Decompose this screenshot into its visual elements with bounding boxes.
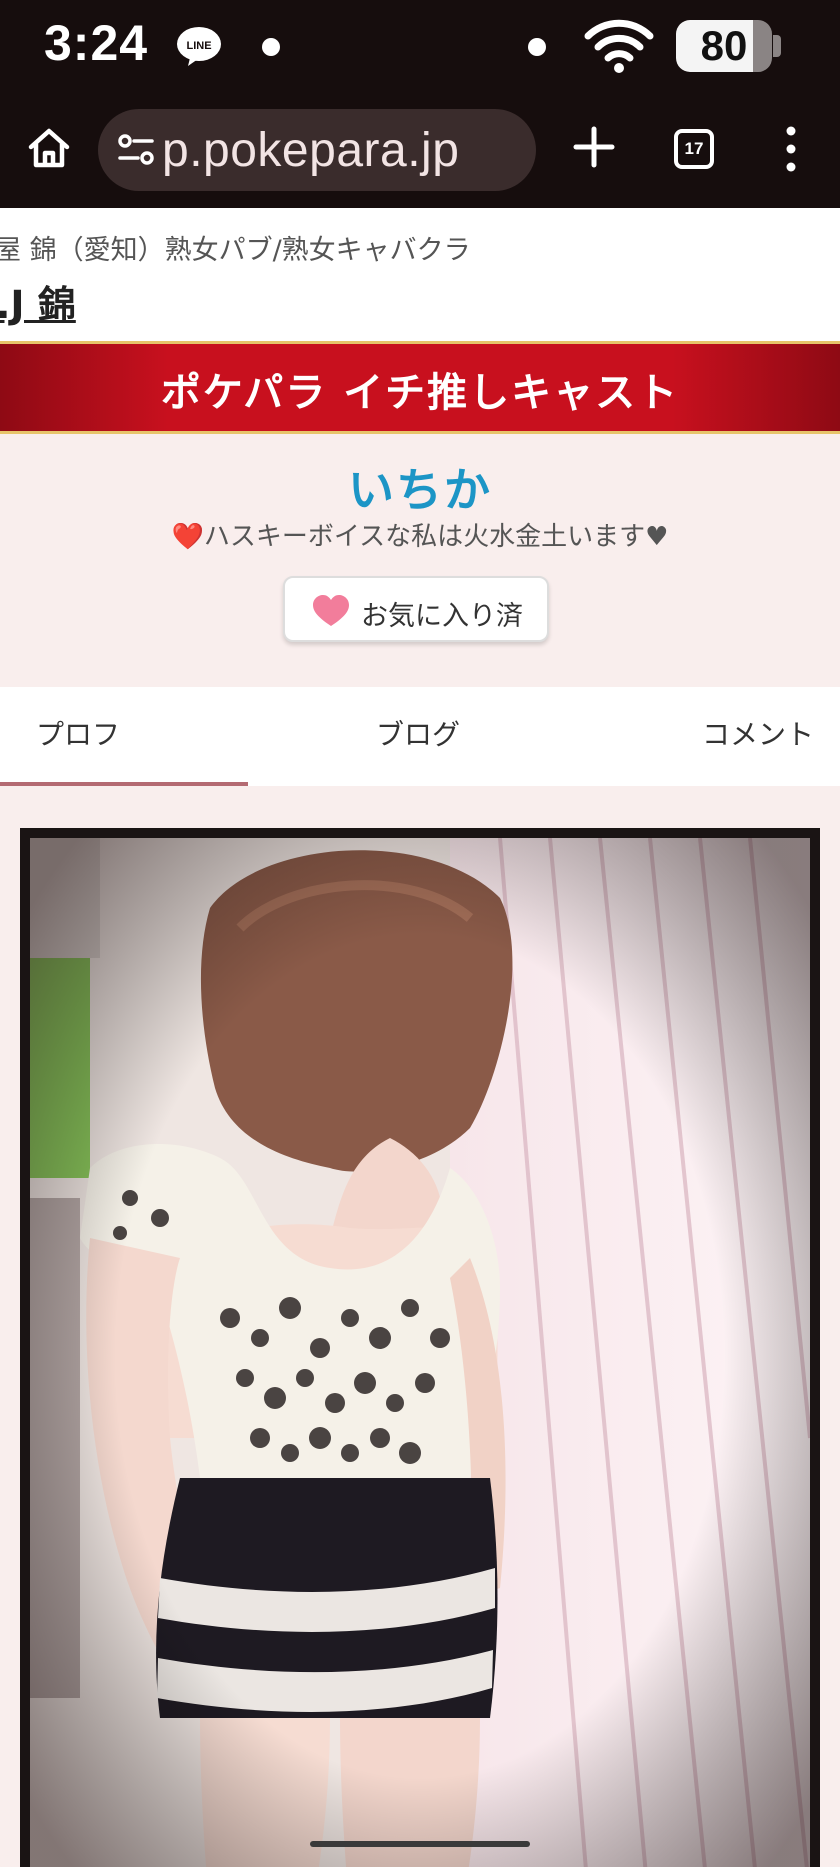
address-bar[interactable]: p.pokepara.jp: [98, 109, 536, 191]
favorite-button-label: お気に入り済: [361, 601, 523, 632]
tab-blog[interactable]: ブログ: [376, 713, 460, 753]
battery-level-text: 80: [700, 22, 748, 69]
wifi-icon: [584, 19, 654, 73]
tab-comment[interactable]: コメント: [702, 713, 814, 753]
battery-nub: [773, 35, 781, 57]
heart-icon: [313, 595, 349, 626]
cast-catchphrase: ❤️ハスキーボイスな私は火水金土います♥: [171, 522, 669, 552]
shop-name-link[interactable]: .J 錦: [0, 274, 76, 329]
cast-info: いちか ❤️ハスキーボイスな私は火水金土います♥ お気に入り済: [0, 434, 840, 687]
profile-tab-bar: プロフ ブログ コメント: [0, 687, 840, 787]
url-text[interactable]: p.pokepara.jp: [162, 123, 459, 178]
notification-dot: [262, 38, 280, 56]
line-app-icon: LINE: [177, 27, 221, 66]
plus-icon[interactable]: [566, 119, 622, 175]
tab-profile[interactable]: プロフ: [36, 713, 120, 753]
home-icon[interactable]: [24, 123, 74, 173]
site-header: 屋 錦（愛知）熟女パブ/熟女キャバクラ .J 錦: [0, 208, 840, 341]
tab-switcher-icon[interactable]: 17: [674, 129, 714, 169]
battery-indicator: 80: [676, 20, 782, 72]
status-dot: [528, 38, 546, 56]
gesture-navigation-bar[interactable]: [310, 1841, 530, 1847]
svg-text:LINE: LINE: [186, 40, 211, 52]
status-time: 3:24: [44, 15, 149, 71]
favorite-button[interactable]: お気に入り済: [283, 576, 549, 642]
cast-name: いちか: [348, 463, 492, 517]
cast-profile-photo[interactable]: [30, 838, 810, 1867]
site-settings-icon[interactable]: [116, 131, 156, 169]
banner-title: ポケパラ イチ推しキャスト: [160, 370, 680, 416]
cast-photo-illustration: [30, 838, 810, 1867]
cast-photo-frame[interactable]: [20, 828, 820, 1867]
recommended-cast-banner: ポケパラ イチ推しキャスト: [0, 341, 840, 434]
status-bar: 3:24 LINE 80: [0, 0, 840, 95]
shop-category-breadcrumb: 屋 錦（愛知）熟女パブ/熟女キャバクラ: [0, 235, 471, 266]
cast-photo-area: [0, 786, 840, 1867]
browser-screen: 3:24 LINE 80 p.pokepara.jp 17 屋 錦（愛知）熟女パ…: [0, 0, 840, 1867]
browser-toolbar: p.pokepara.jp 17: [0, 95, 840, 208]
more-vert-icon[interactable]: [776, 123, 806, 175]
